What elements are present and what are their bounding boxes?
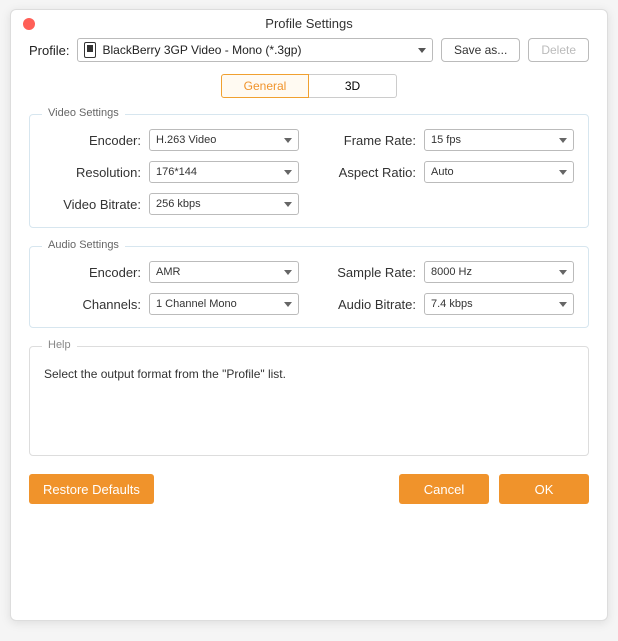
- audio-encoder-select[interactable]: AMR: [149, 261, 299, 283]
- save-as-button[interactable]: Save as...: [441, 38, 520, 62]
- titlebar: Profile Settings: [11, 10, 607, 38]
- chevron-down-icon: [418, 48, 426, 53]
- sample-rate-select[interactable]: 8000 Hz: [424, 261, 574, 283]
- sample-rate-label: Sample Rate:: [319, 265, 424, 280]
- button-row: Restore Defaults Cancel OK: [29, 474, 589, 504]
- video-settings-title: Video Settings: [42, 107, 125, 119]
- resolution-select[interactable]: 176*144: [149, 161, 299, 183]
- chevron-down-icon: [559, 170, 567, 175]
- tab-3d[interactable]: 3D: [309, 74, 397, 98]
- resolution-value: 176*144: [156, 166, 197, 178]
- aspect-ratio-value: Auto: [431, 166, 454, 178]
- channels-label: Channels:: [44, 297, 149, 312]
- audio-settings-group: Audio Settings Encoder: AMR Sample Rate:…: [29, 246, 589, 328]
- close-icon[interactable]: [23, 18, 35, 30]
- chevron-down-icon: [284, 270, 292, 275]
- resolution-label: Resolution:: [44, 165, 149, 180]
- audio-bitrate-value: 7.4 kbps: [431, 298, 473, 310]
- aspect-ratio-label: Aspect Ratio:: [319, 165, 424, 180]
- help-group: Help Select the output format from the "…: [29, 346, 589, 456]
- chevron-down-icon: [284, 202, 292, 207]
- video-bitrate-label: Video Bitrate:: [44, 197, 149, 212]
- profile-settings-window: Profile Settings Profile: BlackBerry 3GP…: [10, 9, 608, 621]
- sample-rate-value: 8000 Hz: [431, 266, 472, 278]
- audio-encoder-value: AMR: [156, 266, 180, 278]
- audio-bitrate-select[interactable]: 7.4 kbps: [424, 293, 574, 315]
- window-title: Profile Settings: [265, 16, 352, 31]
- profile-select[interactable]: BlackBerry 3GP Video - Mono (*.3gp): [77, 38, 432, 62]
- tabs: General 3D: [29, 74, 589, 98]
- aspect-ratio-select[interactable]: Auto: [424, 161, 574, 183]
- device-icon: [84, 42, 96, 58]
- video-bitrate-select[interactable]: 256 kbps: [149, 193, 299, 215]
- help-text: Select the output format from the "Profi…: [44, 367, 574, 381]
- video-encoder-label: Encoder:: [44, 133, 149, 148]
- video-encoder-select[interactable]: H.263 Video: [149, 129, 299, 151]
- delete-button: Delete: [528, 38, 589, 62]
- video-bitrate-value: 256 kbps: [156, 198, 201, 210]
- chevron-down-icon: [284, 170, 292, 175]
- frame-rate-label: Frame Rate:: [319, 133, 424, 148]
- video-settings-group: Video Settings Encoder: H.263 Video Fram…: [29, 114, 589, 228]
- audio-encoder-label: Encoder:: [44, 265, 149, 280]
- audio-bitrate-label: Audio Bitrate:: [319, 297, 424, 312]
- channels-select[interactable]: 1 Channel Mono: [149, 293, 299, 315]
- profile-value: BlackBerry 3GP Video - Mono (*.3gp): [102, 43, 301, 57]
- profile-row: Profile: BlackBerry 3GP Video - Mono (*.…: [29, 38, 589, 62]
- channels-value: 1 Channel Mono: [156, 298, 237, 310]
- chevron-down-icon: [284, 138, 292, 143]
- chevron-down-icon: [559, 270, 567, 275]
- chevron-down-icon: [284, 302, 292, 307]
- cancel-button[interactable]: Cancel: [399, 474, 489, 504]
- audio-settings-title: Audio Settings: [42, 239, 125, 251]
- video-encoder-value: H.263 Video: [156, 134, 216, 146]
- help-title: Help: [42, 339, 77, 351]
- ok-button[interactable]: OK: [499, 474, 589, 504]
- chevron-down-icon: [559, 138, 567, 143]
- frame-rate-value: 15 fps: [431, 134, 461, 146]
- restore-defaults-button[interactable]: Restore Defaults: [29, 474, 154, 504]
- frame-rate-select[interactable]: 15 fps: [424, 129, 574, 151]
- chevron-down-icon: [559, 302, 567, 307]
- tab-general[interactable]: General: [221, 74, 309, 98]
- profile-label: Profile:: [29, 43, 69, 58]
